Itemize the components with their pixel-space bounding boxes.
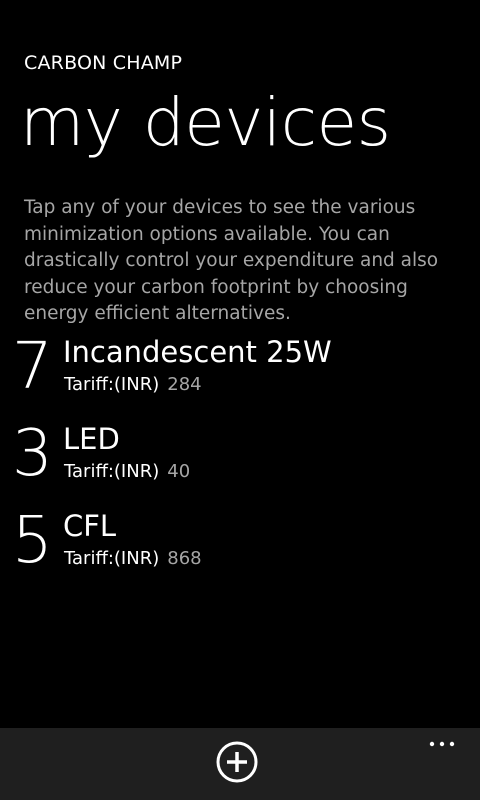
tariff-row: Tariff:(INR) 40 xyxy=(64,460,190,484)
device-quantity: 7 xyxy=(12,330,53,404)
device-item-incandescent[interactable]: 7 Incandescent 25W Tariff:(INR) 284 xyxy=(0,330,480,421)
ellipsis-icon xyxy=(429,741,455,747)
plus-circle-icon xyxy=(216,741,258,783)
app-bar xyxy=(0,728,480,800)
tariff-value: 40 xyxy=(167,461,191,482)
device-name: CFL xyxy=(63,509,117,543)
tariff-label: Tariff:(INR) xyxy=(64,461,160,482)
tariff-value: 284 xyxy=(167,374,202,395)
tariff-row: Tariff:(INR) 868 xyxy=(64,547,202,571)
tariff-row: Tariff:(INR) 284 xyxy=(64,373,202,397)
device-quantity: 5 xyxy=(12,504,53,578)
device-list: 7 Incandescent 25W Tariff:(INR) 284 3 LED… xyxy=(0,330,480,595)
device-name: LED xyxy=(63,422,120,456)
tariff-label: Tariff:(INR) xyxy=(64,374,160,395)
app-title: CARBON CHAMP xyxy=(24,52,183,74)
more-options-button[interactable] xyxy=(428,736,458,750)
tariff-label: Tariff:(INR) xyxy=(64,548,160,569)
tariff-value: 868 xyxy=(167,548,202,569)
device-quantity: 3 xyxy=(12,417,53,491)
page-title: my devices xyxy=(20,84,391,161)
device-item-led[interactable]: 3 LED Tariff:(INR) 40 xyxy=(0,417,480,508)
device-name: Incandescent 25W xyxy=(63,335,332,369)
device-item-cfl[interactable]: 5 CFL Tariff:(INR) 868 xyxy=(0,504,480,595)
page-description: Tap any of your devices to see the vario… xyxy=(24,197,439,324)
add-device-button[interactable] xyxy=(216,741,258,783)
